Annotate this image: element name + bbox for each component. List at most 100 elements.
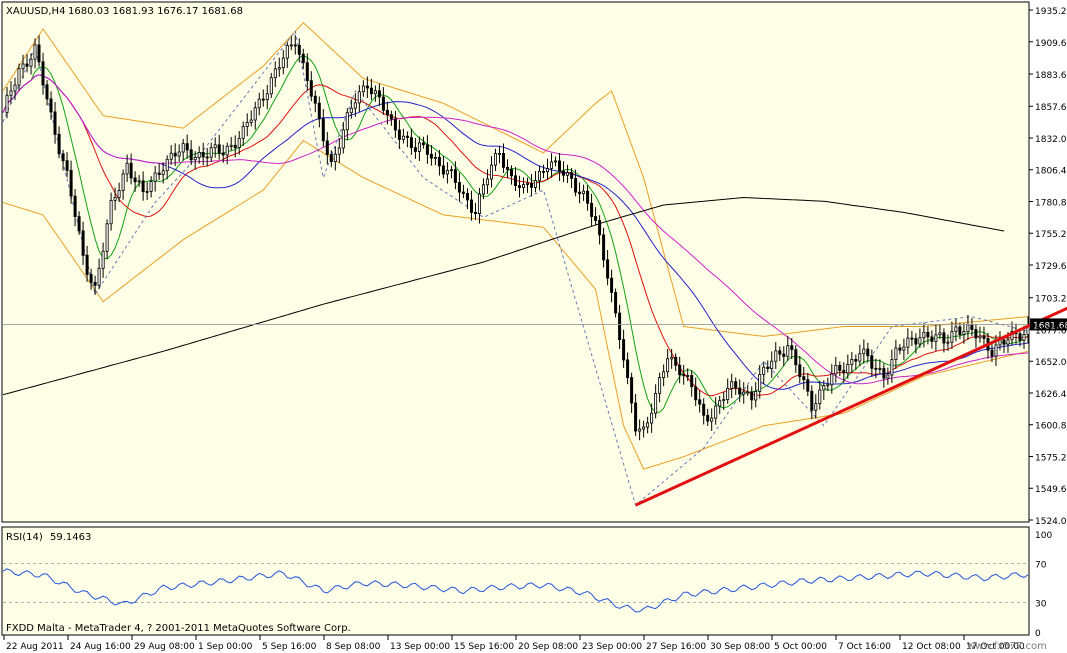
- candle-body: [185, 143, 189, 151]
- candle-body: [782, 353, 786, 357]
- candle-body: [698, 399, 702, 405]
- symbol-label: XAUUSD,H4: [6, 6, 65, 17]
- candle-body: [722, 399, 726, 402]
- candle-body: [105, 223, 109, 252]
- price-tick-label: 1806.40: [1035, 167, 1067, 177]
- candle-body: [41, 61, 45, 86]
- candle-body: [121, 173, 125, 191]
- credit-text: FXDD Malta - MetaTrader 4, ? 2001-2011 M…: [6, 623, 351, 634]
- candle-body: [469, 199, 473, 213]
- watermark-text: www.fx577.com: [967, 641, 1047, 652]
- candle-body: [465, 193, 469, 201]
- candle-body: [778, 350, 782, 355]
- candle-body: [814, 403, 818, 411]
- candle-body: [325, 140, 329, 155]
- candle-body: [526, 182, 530, 185]
- candle-body: [538, 170, 542, 181]
- candle-body: [413, 147, 417, 152]
- candle-body: [914, 338, 918, 345]
- candle-body: [582, 190, 586, 194]
- chart-window: 1681.68 1935.201909.601883.601857.601832…: [0, 0, 1067, 653]
- candle-body: [493, 153, 497, 166]
- candle-body: [586, 190, 590, 204]
- candle-body: [141, 180, 145, 193]
- candle-body: [233, 144, 237, 149]
- candle-body: [590, 202, 594, 217]
- time-tick-label: 1 Sep 00:00: [198, 642, 253, 652]
- price-tick-label: 1780.80: [1035, 198, 1067, 208]
- candle-body: [818, 389, 822, 405]
- candle-body: [61, 153, 65, 162]
- candle-body: [193, 157, 197, 161]
- candle-body: [642, 426, 646, 430]
- candle-body: [357, 91, 361, 104]
- candle-body: [846, 363, 850, 374]
- candle-body: [770, 360, 774, 369]
- candle-body: [409, 137, 413, 149]
- candle-body: [337, 147, 341, 155]
- candle-body: [209, 147, 213, 158]
- candle-body: [125, 162, 129, 175]
- candle-body: [393, 118, 397, 131]
- price-tick-label: 1600.80: [1035, 422, 1067, 432]
- candle-body: [606, 259, 610, 279]
- candle-body: [690, 375, 694, 388]
- candle-body: [990, 349, 994, 357]
- candle-body: [746, 391, 750, 394]
- candle-body: [514, 175, 518, 187]
- candle-body: [622, 339, 626, 361]
- candle-body: [546, 168, 550, 173]
- time-tick-label: 29 Aug 08:00: [134, 642, 195, 652]
- candle-body: [930, 336, 934, 342]
- candle-body: [285, 45, 289, 59]
- candle-body: [453, 169, 457, 183]
- price-tick-label: 1729.60: [1035, 262, 1067, 272]
- candle-body: [742, 391, 746, 395]
- candle-body: [826, 384, 830, 387]
- candle-body: [954, 326, 958, 332]
- candle: [614, 288, 618, 318]
- candle-body: [562, 170, 566, 176]
- candle-body: [634, 402, 638, 432]
- candle-body: [702, 403, 706, 416]
- candle-body: [774, 350, 778, 362]
- candle-body: [313, 95, 317, 104]
- candle-body: [29, 58, 33, 67]
- candle-body: [950, 331, 954, 343]
- candle-body: [558, 160, 562, 172]
- candle-body: [1006, 339, 1010, 345]
- candle-body: [646, 422, 650, 428]
- candle-body: [497, 152, 501, 155]
- candle-body: [173, 152, 177, 157]
- time-tick-label: 12 Oct 08:00: [902, 642, 961, 652]
- candle-body: [958, 326, 962, 335]
- candle-body: [694, 386, 698, 401]
- candle-body: [441, 165, 445, 175]
- price-tick-label: 1832.00: [1035, 135, 1067, 145]
- candle-body: [738, 387, 742, 395]
- candle-body: [630, 377, 634, 404]
- candle-body: [397, 129, 401, 140]
- candle-body: [706, 414, 710, 422]
- candle-body: [177, 151, 181, 157]
- candle-body: [457, 182, 461, 193]
- candle-body: [237, 137, 241, 149]
- candle-body: [878, 368, 882, 370]
- candle-body: [273, 68, 277, 79]
- candle-body: [169, 152, 173, 160]
- candle-body: [345, 112, 349, 131]
- candle-body: [810, 390, 814, 411]
- rsi-tick-label: 100: [1035, 531, 1052, 541]
- rsi-tick-label: 30: [1035, 600, 1047, 610]
- time-tick-label: 30 Sep 08:00: [710, 642, 770, 652]
- candle-body: [982, 335, 986, 339]
- candle-body: [449, 169, 453, 172]
- candle-body: [886, 374, 890, 379]
- price-tick-label: 1549.60: [1035, 485, 1067, 495]
- candle-body: [205, 156, 209, 159]
- candle-body: [281, 57, 285, 68]
- candle-body: [942, 332, 946, 344]
- candle-body: [518, 185, 522, 188]
- candle-body: [790, 345, 794, 351]
- candle-body: [9, 90, 13, 96]
